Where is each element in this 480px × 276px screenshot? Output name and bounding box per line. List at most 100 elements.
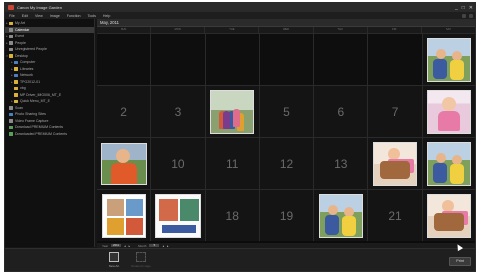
sidebar-item-label: MP Driver_IMG006_MT_E [20, 92, 62, 97]
view-toggle-icon[interactable] [462, 13, 466, 18]
calendar-day-cell[interactable] [205, 86, 259, 137]
day-number: 12 [279, 156, 294, 171]
calendar-day-cell[interactable]: 19 [259, 190, 314, 241]
bottom-toolbar: New Art Related Image Print [5, 248, 475, 271]
weekday-label: WED [259, 27, 314, 33]
sidebar-item-label: Desktop [15, 53, 28, 58]
weekday-label: SUN [97, 27, 152, 33]
photo-thumbnail[interactable] [427, 193, 472, 238]
menu-view[interactable]: View [35, 14, 43, 18]
calendar-grid: 2 3 5 6 7 10 11 12 13 18 19 21 [97, 33, 475, 241]
calendar-day-cell[interactable]: 12 [259, 138, 314, 189]
sidebar-item-label: Quick Menu_MT_E [20, 99, 50, 104]
day-number: 5 [283, 104, 290, 119]
calendar-day-cell[interactable]: 5 [259, 86, 314, 137]
calendar-day-cell[interactable]: 6 [314, 86, 368, 137]
folder-icon [14, 80, 18, 84]
calendar-day-cell[interactable]: 2 [97, 86, 151, 137]
month-label: Month [138, 243, 147, 248]
computer-icon [14, 60, 18, 64]
photo-thumbnail[interactable] [210, 89, 255, 134]
share-icon [9, 112, 13, 116]
menu-tools[interactable]: Tools [88, 14, 96, 18]
calendar-day-cell [259, 34, 314, 85]
weekday-label: MON [151, 27, 206, 33]
calendar-month-title: May, 2011 [97, 19, 475, 27]
calendar-day-cell[interactable]: 10 [151, 138, 205, 189]
window-title: Canon My Image Garden [17, 5, 62, 10]
sidebar-item-label: Network [20, 73, 33, 78]
calendar-icon [9, 28, 13, 32]
calendar-day-cell[interactable] [368, 138, 422, 189]
download-icon [9, 132, 13, 136]
day-number: 6 [337, 104, 345, 119]
calendar-day-cell[interactable]: 11 [205, 138, 259, 189]
photo-thumbnail[interactable] [427, 141, 472, 186]
new-art-button[interactable]: New Art [103, 252, 125, 268]
calendar-day-cell[interactable] [422, 86, 475, 137]
photo-thumbnail[interactable] [318, 193, 363, 238]
photo-thumbnail[interactable] [101, 193, 146, 238]
sidebar: ▸ My Art Calendar ▸ Event ▸ People Unregistered… [5, 19, 95, 247]
folder-icon [14, 86, 18, 90]
calendar-view: May, 2011 SUN MON TUE WED THU FRI SAT 2 3 5 6 7 10 1… [97, 19, 475, 243]
menu-help[interactable]: Help [103, 14, 110, 18]
sidebar-item-label: Libraries [20, 66, 34, 71]
month-field[interactable]: 5 [149, 243, 160, 248]
menu-file[interactable]: File [9, 14, 15, 18]
related-image-icon [136, 252, 146, 262]
calendar-day-cell[interactable]: 7 [368, 86, 422, 137]
calendar-day-cell[interactable] [422, 190, 475, 241]
sidebar-item[interactable]: Downloaded PREMIUM Contents [5, 131, 94, 138]
photo-thumbnail[interactable] [373, 141, 418, 186]
print-button[interactable]: Print [449, 257, 471, 266]
app-logo-icon [8, 5, 14, 10]
weekday-label: SAT [422, 27, 475, 33]
day-number: 21 [388, 208, 402, 223]
maximize-button[interactable]: □ [462, 5, 465, 11]
weekday-label: FRI [368, 27, 422, 33]
calendar-day-cell [368, 34, 422, 85]
photo-thumbnail[interactable] [427, 89, 472, 134]
minimize-button[interactable]: _ [455, 5, 458, 11]
month-prev-button[interactable]: ◂ [162, 244, 164, 248]
calendar-day-cell[interactable]: 18 [205, 190, 259, 241]
weekday-header: SUN MON TUE WED THU FRI SAT [97, 27, 475, 33]
sidebar-item-label: vbg [20, 86, 26, 91]
photo-thumbnail[interactable] [427, 37, 472, 82]
people-icon [9, 47, 13, 51]
photo-thumbnail[interactable] [154, 193, 201, 238]
sidebar-item-label: Event [15, 34, 24, 39]
year-prev-button[interactable]: ◂ [124, 244, 126, 248]
menu-image[interactable]: Image [50, 14, 60, 18]
calendar-day-cell[interactable] [97, 190, 151, 241]
settings-icon[interactable] [469, 13, 473, 18]
day-number: 10 [171, 156, 185, 171]
calendar-day-cell[interactable] [422, 138, 475, 189]
sidebar-item-label: Download PREMIUM Contents [15, 125, 64, 130]
folder-icon [9, 54, 13, 58]
menu-function[interactable]: Function [67, 14, 81, 18]
calendar-day-cell[interactable]: 3 [151, 86, 205, 137]
sidebar-item-label: Calendar [15, 27, 30, 32]
menu-edit[interactable]: Edit [22, 14, 28, 18]
calendar-day-cell[interactable] [151, 190, 205, 241]
sidebar-item-label: Video Frame Capture [15, 118, 49, 123]
year-field[interactable]: 2011 [111, 243, 122, 248]
people-icon [9, 41, 13, 45]
folder-icon [14, 99, 18, 103]
calendar-day-cell[interactable] [422, 34, 475, 85]
scan-icon [9, 106, 13, 110]
calendar-day-cell[interactable]: 13 [314, 138, 368, 189]
calendar-day-cell[interactable]: 21 [368, 190, 422, 241]
sidebar-item-label: My Art [15, 21, 25, 26]
close-button[interactable]: ✕ [469, 5, 473, 11]
year-label: Year [102, 243, 109, 248]
year-next-button[interactable]: ▸ [129, 244, 131, 248]
related-image-button[interactable]: Related Image [130, 252, 152, 268]
photo-thumbnail[interactable] [100, 142, 147, 185]
month-next-button[interactable]: ▸ [167, 244, 169, 248]
related-image-label: Related Image [131, 264, 151, 268]
calendar-day-cell[interactable] [314, 190, 368, 241]
calendar-day-cell[interactable] [97, 138, 151, 189]
